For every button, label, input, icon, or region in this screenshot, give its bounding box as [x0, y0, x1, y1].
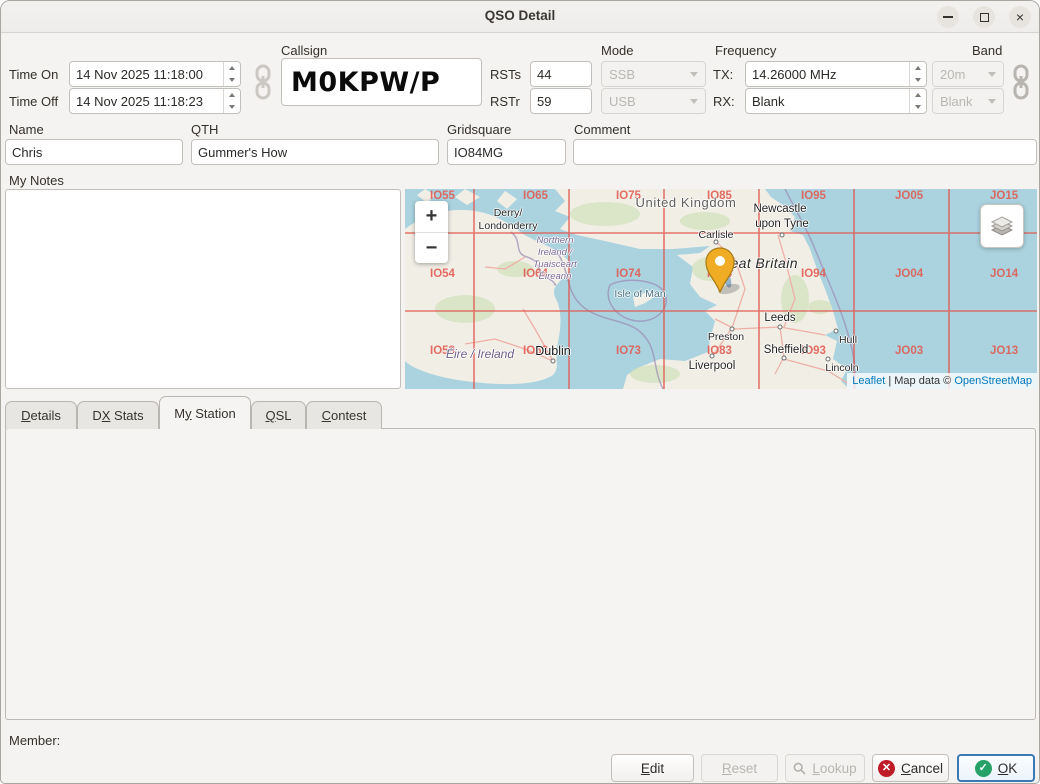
band-rx-value: Blank — [940, 94, 973, 109]
cancel-button[interactable]: ✕ Cancel — [872, 754, 949, 782]
ok-button[interactable]: ✓ OK — [957, 754, 1035, 782]
callsign-field[interactable]: M0KPW/P — [281, 58, 482, 106]
callsign-label: Callsign — [281, 43, 327, 58]
map-attribution: Leaflet | Map data © OpenStreetMap — [847, 373, 1037, 389]
mode-value: SSB — [609, 67, 635, 82]
leaflet-link[interactable]: Leaflet — [852, 375, 885, 387]
time-link-icon[interactable] — [251, 63, 275, 101]
map-layers-button[interactable] — [980, 204, 1024, 248]
time-off-spinner[interactable] — [223, 89, 240, 113]
zoom-in-button[interactable]: + — [415, 201, 448, 232]
name-input[interactable] — [6, 140, 182, 164]
rst-rcvd-input[interactable] — [531, 89, 591, 113]
gridsquare-map[interactable]: IO55IO65IO75IO85IO95JO05JO15IO54IO64IO74… — [405, 189, 1037, 389]
time-on-label: Time On — [9, 67, 58, 82]
member-label: Member: — [9, 733, 60, 748]
time-on-spinner[interactable] — [223, 62, 240, 86]
frequency-link-icon[interactable] — [1009, 63, 1033, 101]
callsign-value: M0KPW/P — [291, 67, 440, 98]
qth-field[interactable] — [191, 139, 439, 165]
submode-select: USB — [601, 88, 706, 114]
spin-up-icon[interactable] — [910, 89, 926, 101]
minimize-button[interactable] — [937, 6, 959, 28]
comment-label: Comment — [574, 122, 630, 137]
tab-qsl[interactable]: QSL — [251, 401, 306, 429]
close-icon: × — [1016, 10, 1024, 24]
my-notes-label: My Notes — [9, 173, 64, 188]
search-icon — [793, 762, 806, 775]
spin-down-icon[interactable] — [224, 101, 240, 113]
band-label: Band — [972, 43, 1002, 58]
close-button[interactable]: × — [1009, 6, 1031, 28]
gridsquare-field[interactable] — [447, 139, 566, 165]
time-off-input[interactable] — [70, 89, 223, 113]
layers-icon — [989, 213, 1015, 239]
cancel-icon: ✕ — [878, 760, 895, 777]
rst-rcvd-field[interactable] — [530, 88, 592, 114]
time-on-field[interactable] — [69, 61, 241, 87]
qso-detail-dialog: QSO Detail × Time On Time Off Callsign M… — [0, 0, 1040, 784]
time-on-input[interactable] — [70, 62, 223, 86]
attribution-text: | Map data © — [885, 375, 954, 387]
gridsquare-label: Gridsquare — [447, 122, 511, 137]
maximize-button[interactable] — [973, 6, 995, 28]
spin-down-icon[interactable] — [910, 74, 926, 86]
qth-input[interactable] — [192, 140, 438, 164]
name-field[interactable] — [5, 139, 183, 165]
name-label: Name — [9, 122, 44, 137]
spin-down-icon[interactable] — [910, 101, 926, 113]
titlebar[interactable]: QSO Detail × — [1, 1, 1039, 33]
edit-button[interactable]: Edit — [611, 754, 694, 782]
rst-sent-label: RSTs — [490, 67, 521, 82]
gridsquare-input[interactable] — [448, 140, 565, 164]
tx-label: TX: — [713, 67, 733, 82]
frequency-label: Frequency — [715, 43, 776, 58]
qth-label: QTH — [191, 122, 218, 137]
rst-sent-field[interactable] — [530, 61, 592, 87]
rx-label: RX: — [713, 94, 735, 109]
my-notes-textarea[interactable] — [5, 189, 401, 389]
tx-frequency-spinner[interactable] — [909, 62, 926, 86]
spin-up-icon[interactable] — [224, 89, 240, 101]
window-title: QSO Detail — [1, 8, 1039, 23]
map-image — [405, 189, 1037, 389]
band-tx-select: 20m — [932, 61, 1004, 87]
map-zoom-control: + − — [415, 201, 448, 263]
rst-rcvd-label: RSTr — [490, 94, 520, 109]
spin-down-icon[interactable] — [224, 74, 240, 86]
mode-select: SSB — [601, 61, 706, 87]
minimize-icon — [943, 16, 953, 18]
band-tx-value: 20m — [940, 67, 965, 82]
tab-contest[interactable]: Contest — [306, 401, 382, 429]
chevron-down-icon — [988, 99, 996, 104]
tab-dx-stats[interactable]: DX Stats — [77, 401, 159, 429]
ok-check-icon: ✓ — [975, 760, 992, 777]
time-off-label: Time Off — [9, 94, 58, 109]
rx-frequency-spinner[interactable] — [909, 89, 926, 113]
openstreetmap-link[interactable]: OpenStreetMap — [954, 375, 1032, 387]
comment-input[interactable] — [574, 140, 1036, 164]
submode-value: USB — [609, 94, 636, 109]
chevron-down-icon — [690, 72, 698, 77]
tx-frequency-input[interactable] — [746, 62, 909, 86]
mode-label: Mode — [601, 43, 634, 58]
my-station-panel — [5, 428, 1036, 720]
spin-up-icon[interactable] — [910, 62, 926, 74]
chevron-down-icon — [690, 99, 698, 104]
rx-frequency-field[interactable] — [745, 88, 927, 114]
rst-sent-input[interactable] — [531, 62, 591, 86]
tab-my-station[interactable]: My Station — [159, 396, 251, 429]
comment-field[interactable] — [573, 139, 1037, 165]
spin-up-icon[interactable] — [224, 62, 240, 74]
time-off-field[interactable] — [69, 88, 241, 114]
lookup-button: Lookup — [785, 754, 865, 782]
tx-frequency-field[interactable] — [745, 61, 927, 87]
tab-details[interactable]: Details — [5, 401, 77, 429]
chevron-down-icon — [988, 72, 996, 77]
rx-frequency-input[interactable] — [746, 89, 909, 113]
zoom-out-button[interactable]: − — [415, 232, 448, 263]
band-rx-select: Blank — [932, 88, 1004, 114]
reset-button: Reset — [701, 754, 778, 782]
maximize-icon — [980, 13, 989, 22]
